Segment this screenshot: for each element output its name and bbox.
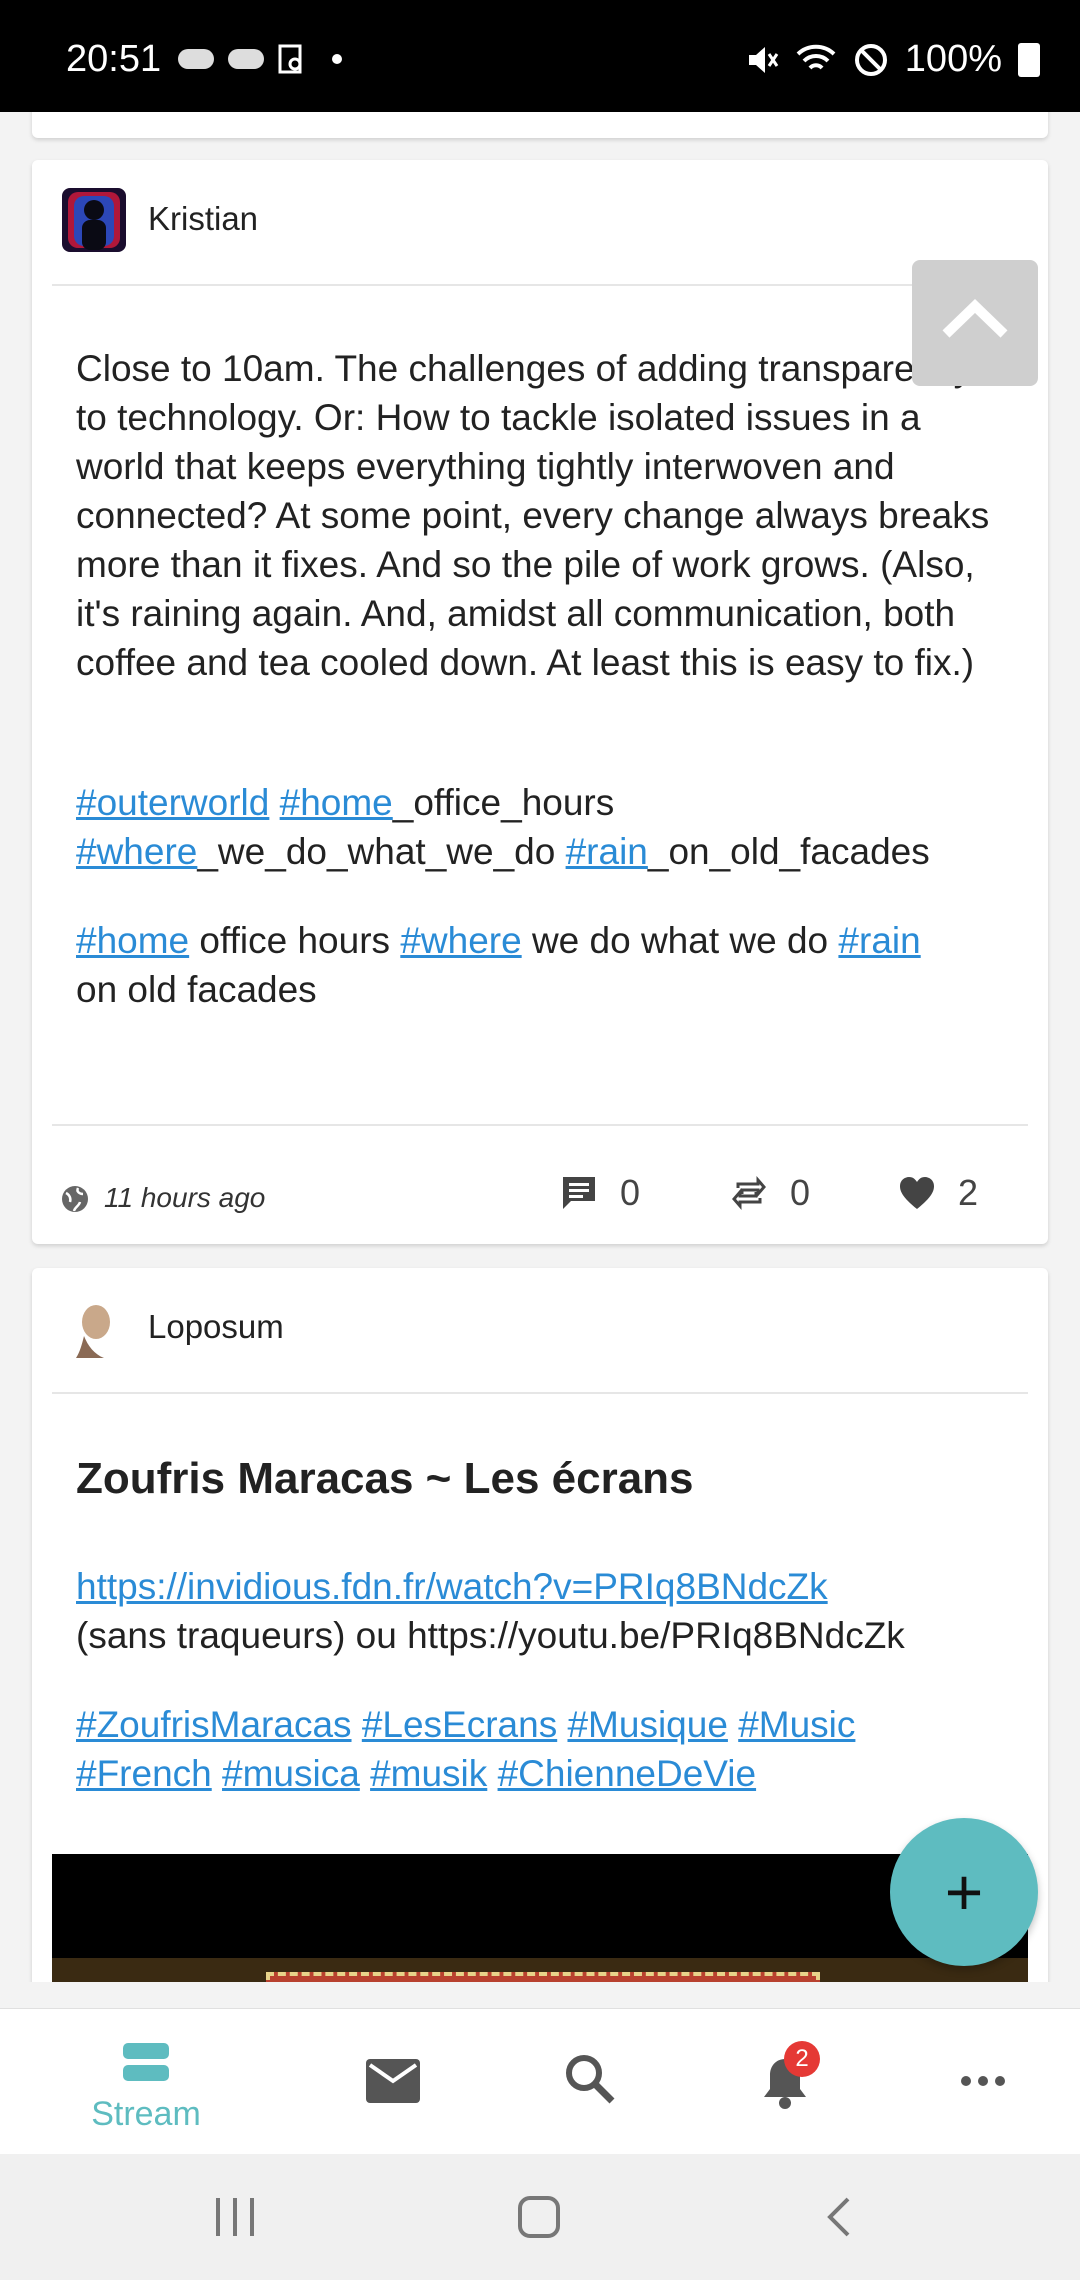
post-card: Kristian Close to 10am. The challenges o… — [32, 160, 1048, 1244]
mail-icon — [366, 2059, 420, 2103]
link-suffix-text: (sans traqueurs) ou https://youtu.be/PRI… — [76, 1615, 905, 1656]
hashtag-link[interactable]: #Musique — [567, 1704, 727, 1745]
comment-button[interactable]: 0 — [560, 1172, 640, 1214]
stream-feed[interactable]: Kristian Close to 10am. The challenges o… — [0, 112, 1080, 1982]
more-icon — [961, 2076, 1005, 2086]
notification-badge: 2 — [784, 2041, 820, 2077]
screenshot-icon — [278, 44, 302, 74]
reshare-icon — [732, 1175, 766, 1211]
tag-suffix: _office_hours — [392, 782, 615, 823]
divider — [52, 284, 1028, 286]
tag-text: on old facades — [76, 969, 317, 1010]
status-right-icons: 100% — [743, 38, 1040, 81]
chevron-up-icon — [942, 299, 1008, 338]
search-icon — [566, 2055, 615, 2104]
comment-count: 0 — [620, 1172, 641, 1213]
post-footer: 11 hours ago 0 0 2 — [32, 1160, 1048, 1240]
previous-post-card — [32, 112, 1048, 138]
post-tags-line: #outerworld #home_office_hours #where_we… — [76, 778, 1008, 876]
hashtag-link[interactable]: #outerworld — [76, 782, 269, 823]
divider — [52, 1124, 1028, 1126]
nav-stream[interactable]: Stream — [46, 2009, 246, 2155]
hashtag-link[interactable]: #ZoufrisMaracas — [76, 1704, 352, 1745]
plus-icon: + — [944, 1855, 984, 1929]
cloud-icon — [228, 49, 264, 69]
nav-more[interactable] — [882, 2009, 1080, 2155]
system-navigation-bar — [0, 2154, 1080, 2280]
hashtag-link[interactable]: #LesEcrans — [362, 1704, 557, 1745]
tag-text: we do what we do — [521, 920, 839, 961]
avatar[interactable] — [62, 188, 126, 252]
recent-apps-icon[interactable] — [214, 2198, 256, 2236]
thumbnail-pattern — [266, 1972, 820, 1982]
like-button[interactable]: 2 — [898, 1172, 978, 1214]
hashtag-link[interactable]: #home — [280, 782, 393, 823]
tag-text: office hours — [189, 920, 401, 961]
hashtag-link[interactable]: #musik — [370, 1753, 487, 1794]
back-icon[interactable] — [824, 2196, 854, 2238]
video-thumbnail[interactable] — [52, 1854, 1028, 1982]
post-tags: #ZoufrisMaracas #LesEcrans #Musique #Mus… — [76, 1700, 1008, 1798]
nav-notifications[interactable]: 2 — [684, 2009, 884, 2155]
battery-percent: 100% — [904, 38, 1002, 80]
tag-suffix: _on_old_facades — [647, 831, 930, 872]
status-time: 20:51 — [66, 38, 162, 80]
status-bar: 20:51 100% — [0, 0, 1080, 112]
hashtag-link[interactable]: #home — [76, 920, 189, 961]
reshare-count: 0 — [790, 1172, 811, 1213]
nav-search[interactable] — [488, 2009, 688, 2155]
post-link-paragraph: https://invidious.fdn.fr/watch?v=PRIq8BN… — [76, 1562, 1008, 1660]
hashtag-link[interactable]: #where — [400, 920, 521, 961]
bottom-navigation: Stream 2 — [0, 2008, 1080, 2155]
nav-stream-label: Stream — [91, 2095, 201, 2133]
new-post-button[interactable]: + — [890, 1818, 1038, 1966]
comment-icon — [563, 1177, 595, 1209]
hashtag-link[interactable]: #rain — [566, 831, 648, 872]
blocked-icon — [854, 43, 887, 76]
home-icon[interactable] — [518, 2196, 560, 2238]
hashtag-link[interactable]: #ChienneDeVie — [498, 1753, 757, 1794]
stream-icon — [123, 2043, 169, 2081]
status-left-icons — [178, 44, 342, 74]
heart-icon — [900, 1177, 934, 1209]
post-text: Close to 10am. The challenges of adding … — [76, 348, 990, 683]
post-timestamp[interactable]: 11 hours ago — [104, 1182, 265, 1214]
post-tags-line-2: #home office hours #where we do what we … — [76, 916, 1008, 1014]
wifi-icon — [796, 44, 836, 70]
hashtag-link[interactable]: #where — [76, 831, 197, 872]
post-author[interactable]: Kristian — [148, 200, 258, 238]
nav-messages[interactable] — [292, 2009, 492, 2155]
hashtag-link[interactable]: #musica — [222, 1753, 360, 1794]
cloud-icon — [178, 49, 214, 69]
tag-suffix: _we_do_what_we_do — [197, 831, 556, 872]
globe-icon — [62, 1186, 88, 1212]
post-header: Loposum — [32, 1268, 1048, 1392]
avatar[interactable] — [62, 1296, 126, 1360]
post-title: Zoufris Maracas ~ Les écrans — [76, 1454, 694, 1503]
divider — [52, 1392, 1028, 1394]
battery-icon — [1018, 42, 1040, 77]
dot-icon — [332, 54, 342, 64]
like-count: 2 — [958, 1172, 979, 1213]
hashtag-link[interactable]: #Music — [738, 1704, 855, 1745]
scroll-to-top-button[interactable] — [912, 260, 1038, 386]
post-author[interactable]: Loposum — [148, 1308, 284, 1346]
mute-icon — [748, 46, 779, 73]
post-header: Kristian — [32, 160, 1048, 284]
reshare-button[interactable]: 0 — [730, 1172, 810, 1214]
hashtag-link[interactable]: #French — [76, 1753, 212, 1794]
hashtag-link[interactable]: #rain — [838, 920, 920, 961]
external-link[interactable]: https://invidious.fdn.fr/watch?v=PRIq8BN… — [76, 1566, 828, 1607]
